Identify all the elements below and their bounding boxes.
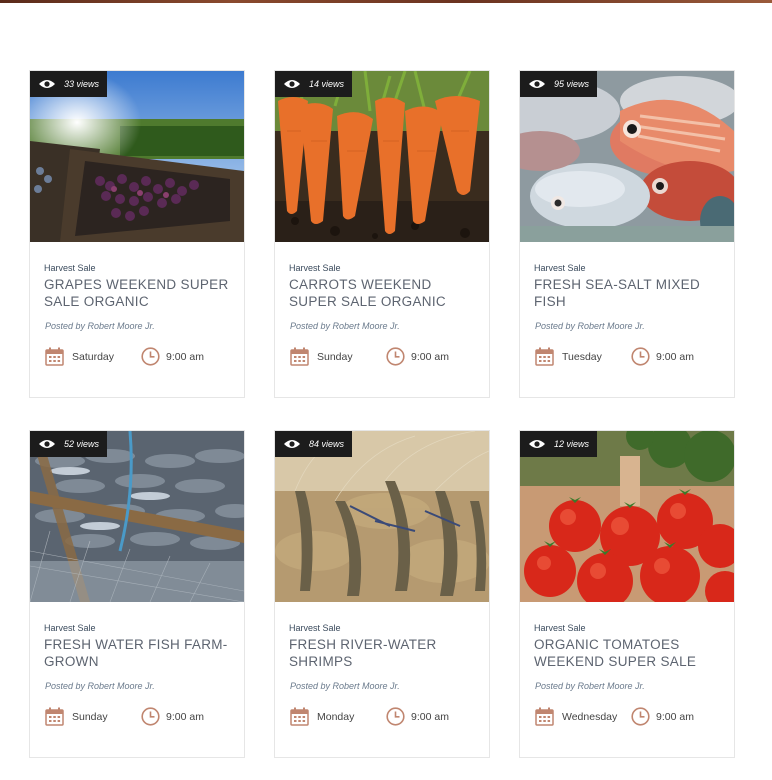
eye-icon xyxy=(39,80,55,88)
event-meta: Tuesday 9:00 am xyxy=(535,347,735,367)
event-day: Tuesday xyxy=(562,351,602,363)
event-meta: Saturday 9:00 am xyxy=(45,347,245,367)
calendar-icon xyxy=(535,707,554,726)
event-meta: Monday 9:00 am xyxy=(290,707,490,727)
event-day: Saturday xyxy=(72,351,115,363)
category-link[interactable]: Harvest Sale xyxy=(289,263,341,273)
posted-by: Posted by Robert Moore Jr. xyxy=(535,321,645,331)
event-time: 9:00 am xyxy=(656,351,694,363)
event-time: 9:00 am xyxy=(166,711,204,723)
eye-icon xyxy=(284,80,300,88)
clock-icon xyxy=(386,707,405,726)
calendar-icon xyxy=(535,347,554,366)
views-count: 14 views xyxy=(309,79,345,89)
views-badge: 95 views xyxy=(520,71,598,97)
tomatoes-photo[interactable]: 12 views xyxy=(520,431,734,602)
card-title[interactable]: FRESH RIVER-WATER SHRIMPS xyxy=(289,636,479,670)
mixed-fish-photo[interactable]: 95 views xyxy=(520,71,734,242)
views-count: 84 views xyxy=(309,439,345,449)
card-title[interactable]: FRESH WATER FISH FARM-GROWN xyxy=(44,636,234,670)
posted-by: Posted by Robert Moore Jr. xyxy=(45,681,155,691)
category-link[interactable]: Harvest Sale xyxy=(44,263,96,273)
eye-icon xyxy=(284,440,300,448)
event-meta: Sunday 9:00 am xyxy=(45,707,245,727)
event-meta: Sunday 9:00 am xyxy=(290,347,490,367)
shrimps-photo[interactable]: 84 views xyxy=(275,431,489,602)
eye-icon xyxy=(529,440,545,448)
views-badge: 33 views xyxy=(30,71,108,97)
calendar-icon xyxy=(290,347,309,366)
event-card[interactable]: 95 views Harvest Sale FRESH SEA-SALT MIX… xyxy=(519,70,735,398)
event-card[interactable]: 12 views Harvest Sale ORGANIC TOMATOES W… xyxy=(519,430,735,758)
clock-icon xyxy=(386,347,405,366)
card-title[interactable]: FRESH SEA-SALT MIXED FISH xyxy=(534,276,724,310)
views-count: 95 views xyxy=(554,79,590,89)
views-badge: 84 views xyxy=(275,431,353,457)
clock-icon xyxy=(141,707,160,726)
event-card[interactable]: 52 views Harvest Sale FRESH WATER FISH F… xyxy=(29,430,245,758)
posted-by: Posted by Robert Moore Jr. xyxy=(290,681,400,691)
views-count: 52 views xyxy=(64,439,100,449)
posted-by: Posted by Robert Moore Jr. xyxy=(290,321,400,331)
event-time: 9:00 am xyxy=(411,351,449,363)
posted-by: Posted by Robert Moore Jr. xyxy=(535,681,645,691)
category-link[interactable]: Harvest Sale xyxy=(534,623,586,633)
event-card[interactable]: 14 views Harvest Sale CARROTS WEEKEND SU… xyxy=(274,70,490,398)
calendar-icon xyxy=(45,707,64,726)
views-badge: 14 views xyxy=(275,71,353,97)
views-count: 12 views xyxy=(554,439,590,449)
category-link[interactable]: Harvest Sale xyxy=(289,623,341,633)
event-card[interactable]: 84 views Harvest Sale FRESH RIVER-WATER … xyxy=(274,430,490,758)
views-count: 33 views xyxy=(64,79,100,89)
event-day: Monday xyxy=(317,711,355,723)
grapes-harvest-photo[interactable]: 33 views xyxy=(30,71,244,242)
event-meta: Wednesday 9:00 am xyxy=(535,707,735,727)
calendar-icon xyxy=(290,707,309,726)
clock-icon xyxy=(141,347,160,366)
posted-by: Posted by Robert Moore Jr. xyxy=(45,321,155,331)
category-link[interactable]: Harvest Sale xyxy=(534,263,586,273)
top-decorative-strip xyxy=(0,0,772,3)
calendar-icon xyxy=(45,347,64,366)
event-day: Sunday xyxy=(317,351,353,363)
views-badge: 12 views xyxy=(520,431,598,457)
card-title[interactable]: ORGANIC TOMATOES WEEKEND SUPER SALE xyxy=(534,636,724,670)
eye-icon xyxy=(529,80,545,88)
event-day: Wednesday xyxy=(562,711,618,723)
views-badge: 52 views xyxy=(30,431,108,457)
category-link[interactable]: Harvest Sale xyxy=(44,623,96,633)
eye-icon xyxy=(39,440,55,448)
fish-net-photo[interactable]: 52 views xyxy=(30,431,244,602)
carrots-photo[interactable]: 14 views xyxy=(275,71,489,242)
event-time: 9:00 am xyxy=(166,351,204,363)
event-time: 9:00 am xyxy=(411,711,449,723)
event-card[interactable]: 33 views Harvest Sale GRAPES WEEKEND SUP… xyxy=(29,70,245,398)
card-title[interactable]: CARROTS WEEKEND SUPER SALE ORGANIC xyxy=(289,276,479,310)
card-title[interactable]: GRAPES WEEKEND SUPER SALE ORGANIC xyxy=(44,276,234,310)
event-day: Sunday xyxy=(72,711,108,723)
clock-icon xyxy=(631,707,650,726)
event-time: 9:00 am xyxy=(656,711,694,723)
clock-icon xyxy=(631,347,650,366)
